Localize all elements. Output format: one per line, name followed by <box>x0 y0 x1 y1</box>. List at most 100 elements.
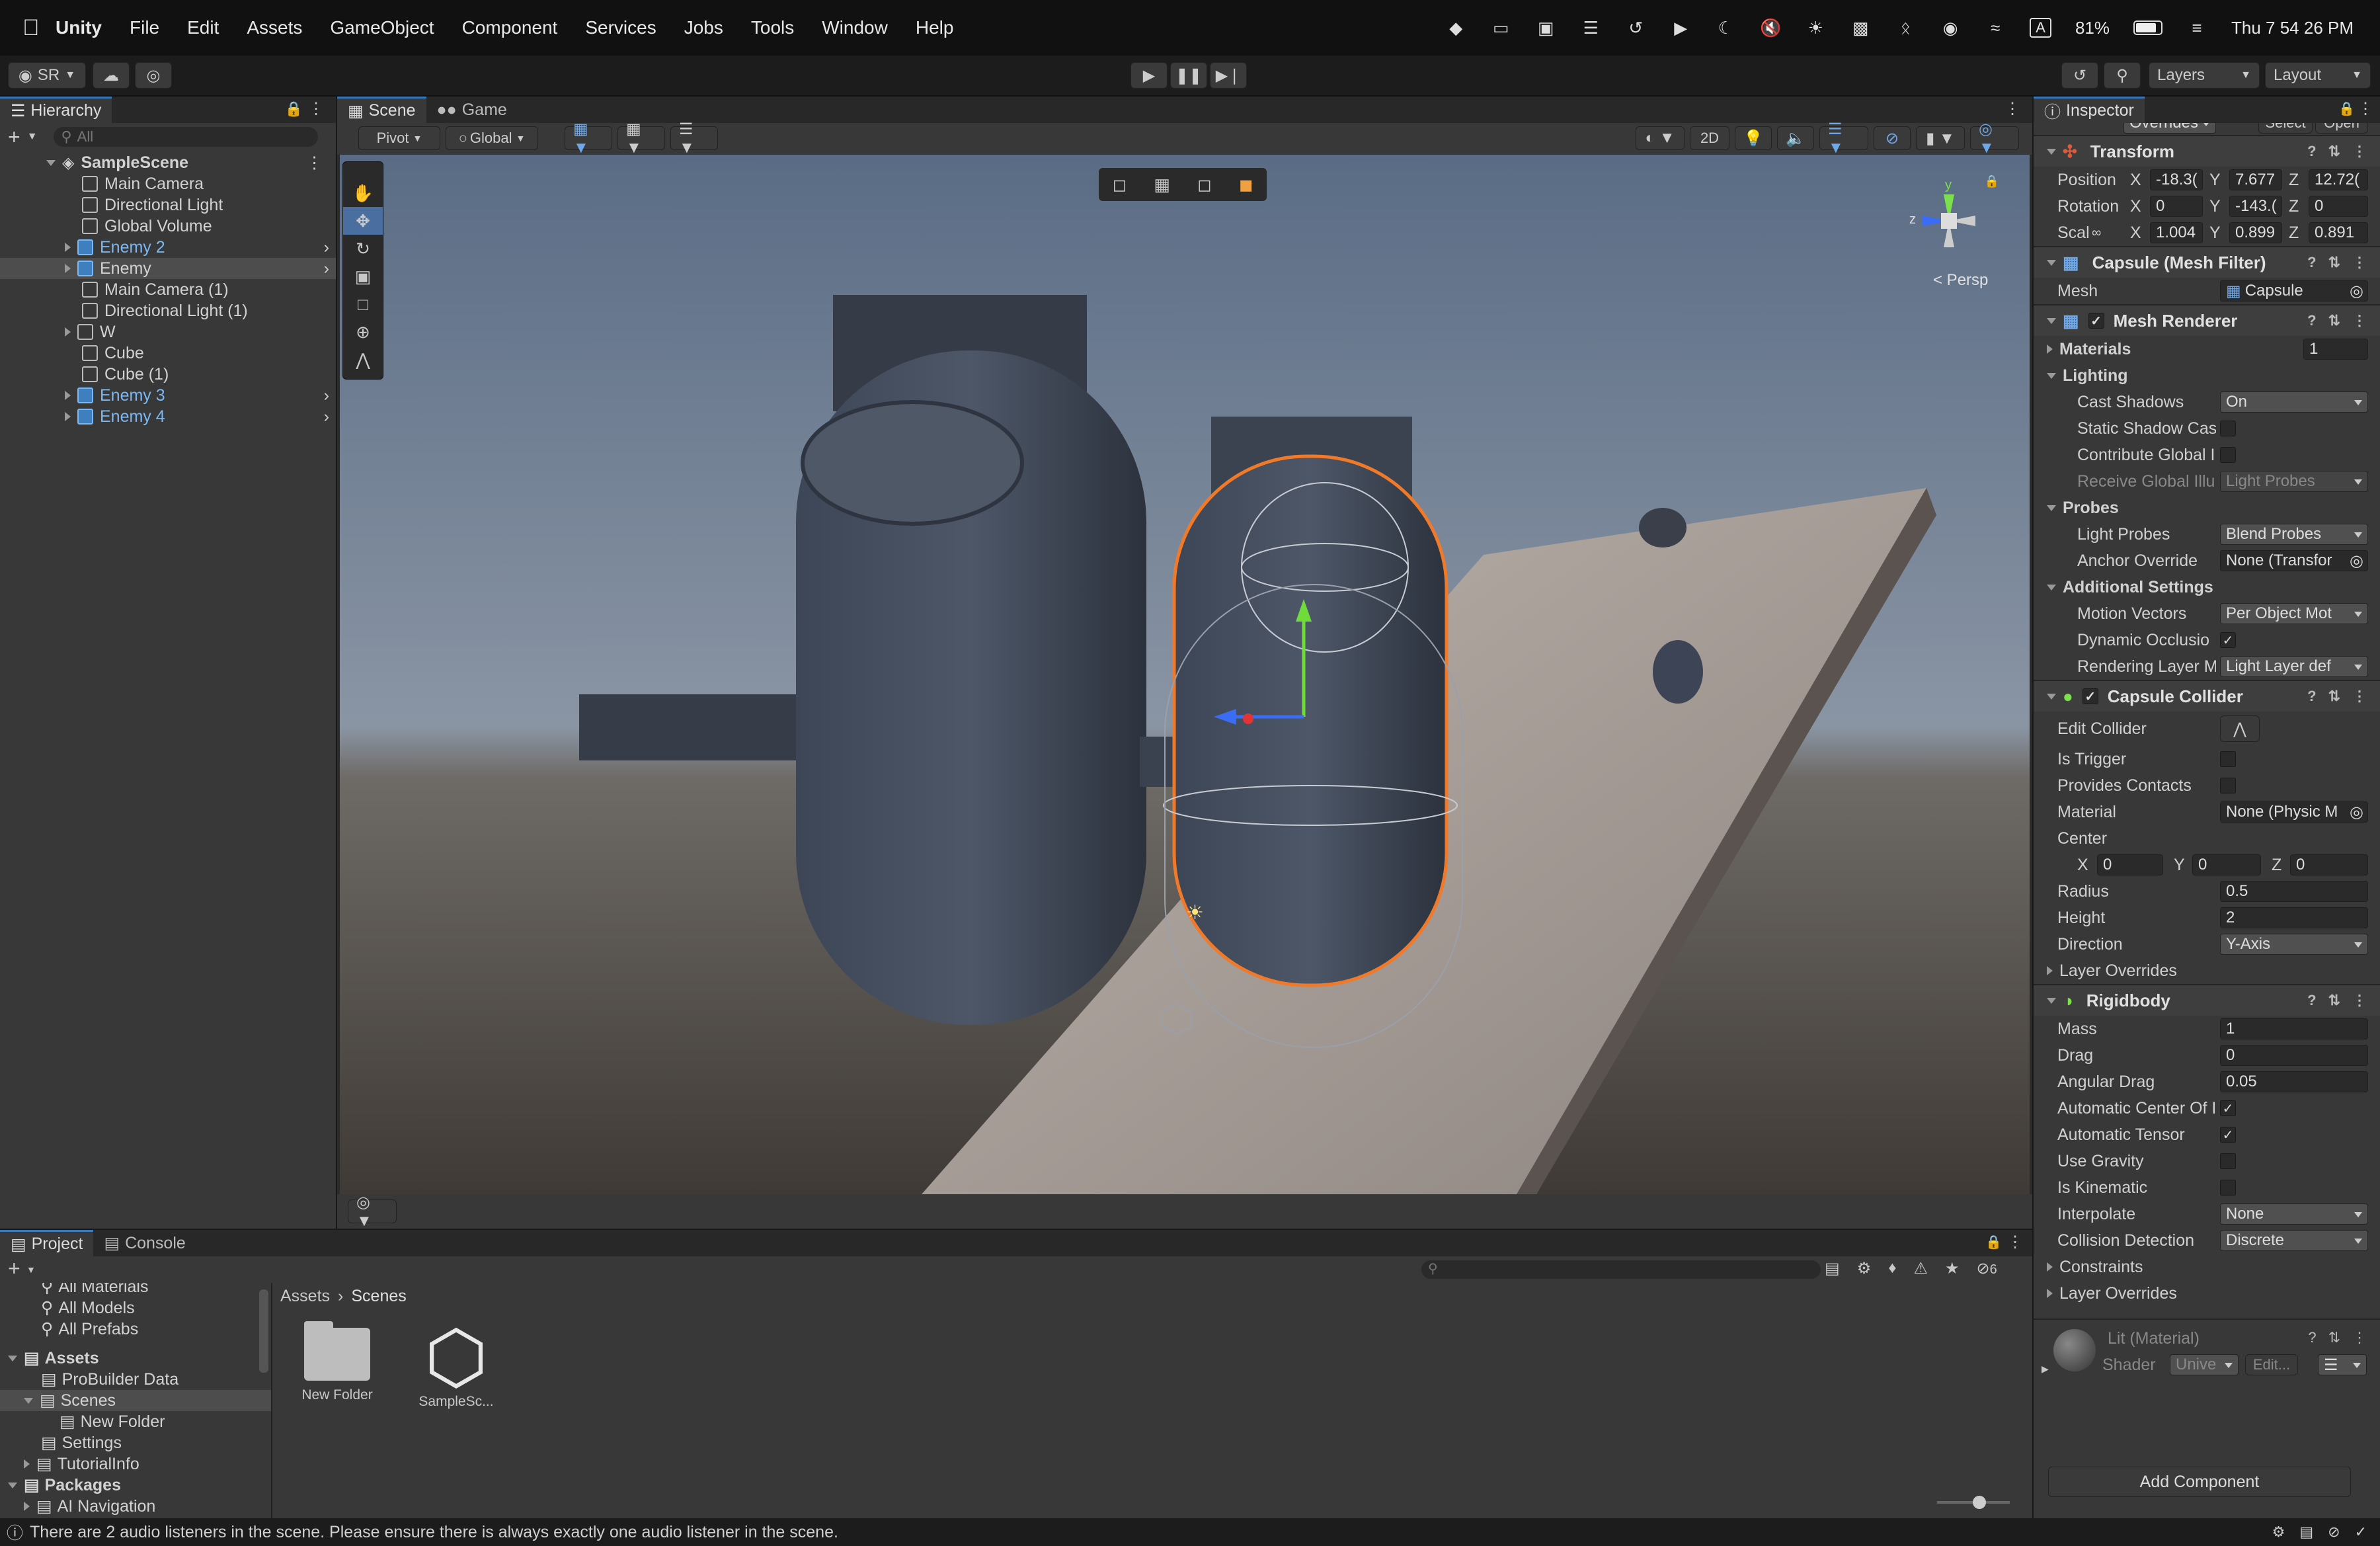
tab-game[interactable]: ●● Game <box>426 97 518 123</box>
collapse-arrow-icon[interactable] <box>2047 997 2056 1004</box>
account-button[interactable]: ◉ SR ▼ <box>8 62 86 89</box>
search-button[interactable]: ⚲ <box>2104 62 2141 89</box>
expand-arrow-icon[interactable] <box>65 412 71 421</box>
center-y-field[interactable]: 0 <box>2192 854 2261 875</box>
expand-arrow-icon[interactable]: ▶ <box>2042 1363 2049 1375</box>
collapse-arrow-icon[interactable] <box>2047 505 2056 511</box>
breadcrumb-current[interactable]: Scenes <box>351 1287 406 1306</box>
hierarchy-item[interactable]: Enemy 2 › <box>0 237 336 258</box>
projection-label[interactable]: < Persp <box>1933 271 1988 290</box>
more-icon[interactable]: ⋮ <box>2352 312 2367 329</box>
add-component-button[interactable]: Add Component <box>2048 1467 2351 1497</box>
hierarchy-item[interactable]: Main Camera <box>0 173 336 194</box>
mesh-renderer-enabled-checkbox[interactable]: ✓ <box>2088 313 2104 329</box>
history-icon[interactable]: ↺ <box>1625 18 1646 38</box>
stack-icon[interactable]: ☰ <box>1580 18 1601 38</box>
custom-tool-icon[interactable]: ⋀ <box>343 346 383 374</box>
enemy-visor[interactable] <box>801 400 1024 526</box>
more-icon[interactable]: ⋮ <box>2352 1329 2367 1346</box>
rigidbody-header[interactable]: ◑ Rigidbody ? ⇅ ⋮ <box>2034 984 2380 1016</box>
tree-folder-selected[interactable]: ▤ Scenes <box>0 1390 271 1411</box>
transform-header[interactable]: ✣ Transform ? ⇅ ⋮ <box>2034 135 2380 167</box>
mass-field[interactable]: 1 <box>2220 1018 2368 1039</box>
search-by-tag-icon[interactable]: ♦ <box>1888 1259 1896 1278</box>
audio-toggle-icon[interactable]: 🔈 <box>1777 126 1814 150</box>
more-icon[interactable]: ⋮ <box>308 99 324 118</box>
scene-render[interactable]: ☀ <box>340 155 2030 1194</box>
rotation-x-field[interactable]: 0 <box>2150 196 2203 217</box>
layers-dropdown[interactable]: Layers ▼ <box>2149 62 2260 89</box>
material-preview-icon[interactable] <box>2053 1329 2096 1371</box>
constrain-proportions-icon[interactable]: ∞ <box>2092 225 2101 241</box>
tree-folder[interactable]: ▤ Settings <box>0 1432 271 1453</box>
tree-package[interactable]: ▤ AI Navigation <box>0 1496 271 1517</box>
edge-mode-icon[interactable]: ◻ <box>1197 175 1212 195</box>
object-picker-icon[interactable]: ◎ <box>2350 802 2363 822</box>
additional-settings-section[interactable]: Additional Settings <box>2034 574 2380 600</box>
scale-x-field[interactable]: 1.004 <box>2150 222 2203 243</box>
grid-visibility-button[interactable]: ▦ ▼ <box>617 120 665 157</box>
menu-services[interactable]: Services <box>585 17 656 38</box>
presets-icon[interactable]: ⇅ <box>2328 1329 2340 1346</box>
menu-gameobject[interactable]: GameObject <box>330 17 434 38</box>
collab-icon[interactable]: ◎ <box>135 62 172 89</box>
apple-icon[interactable]:  <box>22 15 56 41</box>
edit-shader-button[interactable]: Edit... <box>2245 1354 2298 1375</box>
cache-icon[interactable]: ⊘ <box>2328 1524 2340 1541</box>
favorite-item[interactable]: ⚲ All Materials <box>0 1283 271 1297</box>
tree-folder[interactable]: ▤ TutorialInfo <box>0 1453 271 1475</box>
mesh-filter-header[interactable]: ▦ Capsule (Mesh Filter) ? ⇅ ⋮ <box>2034 246 2380 278</box>
tree-folder[interactable]: ▤ New Folder <box>0 1411 271 1432</box>
mute-icon[interactable]: 🔇 <box>1760 18 1781 38</box>
asset-item[interactable]: New Folder <box>291 1321 383 1410</box>
display-icon[interactable]: ▣ <box>1535 18 1556 38</box>
more-icon[interactable]: ⋮ <box>2352 688 2367 705</box>
motion-vectors-dropdown[interactable]: Per Object Mot <box>2220 603 2368 624</box>
moon-icon[interactable]: ☾ <box>1715 18 1736 38</box>
brightness-icon[interactable]: ☀ <box>1805 18 1826 38</box>
position-z-field[interactable]: 12.72( <box>2309 169 2368 190</box>
object-picker-icon[interactable]: ◎ <box>2350 282 2363 301</box>
debug-icon[interactable]: ⚙ <box>2272 1524 2285 1541</box>
menu-component[interactable]: Component <box>462 17 558 38</box>
shader-dropdown[interactable]: Unive <box>2170 1354 2239 1375</box>
lock-icon[interactable]: 🔒 <box>285 101 303 118</box>
more-icon[interactable]: ⋮ <box>2352 143 2367 160</box>
transform-tool-icon[interactable]: ⊕ <box>343 318 383 346</box>
orientation-button[interactable]: ◎ ▼ <box>348 1194 397 1230</box>
presets-icon[interactable]: ⇅ <box>2328 688 2340 705</box>
scale-z-field[interactable]: 0.891 <box>2309 222 2368 243</box>
presets-icon[interactable]: ⇅ <box>2328 992 2340 1009</box>
center-z-field[interactable]: 0 <box>2290 854 2368 875</box>
tab-project[interactable]: ▤ Project <box>0 1230 94 1256</box>
rendering-layer-dropdown[interactable]: Light Layer def <box>2220 656 2368 677</box>
expand-arrow-icon[interactable] <box>2047 345 2053 354</box>
grid-snap-button[interactable]: ▦ ▼ <box>565 120 612 157</box>
rotation-y-field[interactable]: -143.( <box>2229 196 2282 217</box>
menu-file[interactable]: File <box>130 17 159 38</box>
help-icon[interactable]: ? <box>2307 992 2316 1009</box>
provides-contacts-checkbox[interactable] <box>2220 778 2236 793</box>
expand-arrow-icon[interactable] <box>24 1502 30 1511</box>
check-icon[interactable]: ✓ <box>2355 1524 2367 1541</box>
is-kinematic-checkbox[interactable] <box>2220 1180 2236 1196</box>
increment-snap-button[interactable]: ☰ ▼ <box>670 120 718 157</box>
hidden-packages-icon[interactable]: ⊘6 <box>1976 1259 1997 1278</box>
hierarchy-item[interactable]: Main Camera (1) <box>0 279 336 300</box>
position-y-field[interactable]: 7.677 <box>2229 169 2282 190</box>
vertex-mode-icon[interactable]: ▦ <box>1154 175 1170 195</box>
network-icon[interactable]: ▤ <box>2299 1524 2313 1541</box>
tree-scrollbar[interactable] <box>259 1289 268 1373</box>
chevron-right-icon[interactable]: › <box>324 407 329 427</box>
anchor-override-field[interactable]: None (Transfor ◎ <box>2220 550 2368 571</box>
clock[interactable]: Thu 7 54 26 PM <box>2231 18 2354 38</box>
tree-folder[interactable]: ▤ ProBuilder Data <box>0 1369 271 1390</box>
collapse-arrow-icon[interactable] <box>2047 148 2056 155</box>
menu-jobs[interactable]: Jobs <box>684 17 723 38</box>
materials-count-field[interactable]: 1 <box>2303 339 2368 360</box>
toggle-2d-button[interactable]: 2D <box>1690 126 1729 150</box>
asset-item[interactable]: ⬡ SampleSc... <box>410 1321 502 1410</box>
collapse-arrow-icon[interactable] <box>2047 317 2056 324</box>
more-icon[interactable]: ⋮ <box>2007 1233 2023 1252</box>
mesh-renderer-header[interactable]: ▦ ✓ Mesh Renderer ? ⇅ ⋮ <box>2034 304 2380 336</box>
